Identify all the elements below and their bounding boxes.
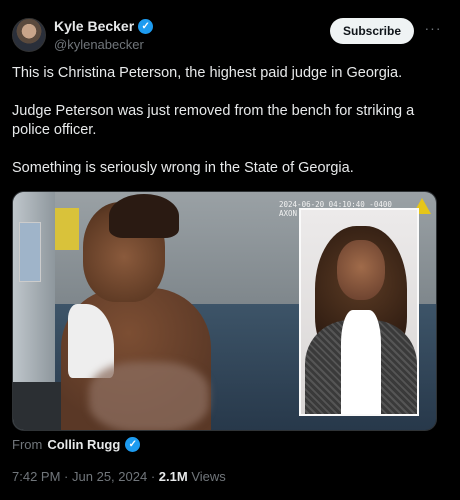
source-name[interactable]: Collin Rugg	[47, 437, 120, 452]
meta-separator: ·	[150, 469, 156, 484]
media-source: From Collin Rugg ✓	[12, 437, 141, 452]
author-handle[interactable]: @kylenabecker	[54, 37, 153, 52]
subscribe-button[interactable]: Subscribe	[330, 18, 414, 44]
verified-badge-icon: ✓	[138, 18, 154, 34]
tweet-header: Kyle Becker ✓ @kylenabecker Subscribe ··…	[12, 14, 448, 58]
tweet-time[interactable]: 7:42 PM	[12, 469, 60, 484]
source-prefix: From	[12, 437, 43, 452]
inset-portrait	[299, 208, 419, 416]
tweet-paragraph: This is Christina Peterson, the highest …	[12, 65, 403, 81]
tweet-media[interactable]: 2024-06-20 04:10:40 -0400 AXON	[12, 191, 437, 431]
views-count[interactable]: 2.1M	[159, 469, 188, 484]
tweet-meta: 7:42 PM · Jun 25, 2024 · 2.1M Views	[12, 469, 226, 484]
poster	[55, 208, 79, 250]
avatar[interactable]	[12, 18, 46, 52]
tweet-date[interactable]: Jun 25, 2024	[72, 469, 147, 484]
author-names: Kyle Becker ✓ @kylenabecker	[54, 18, 154, 52]
portrait-face	[337, 240, 385, 300]
views-label: Views	[191, 469, 226, 484]
poster	[19, 222, 41, 282]
tweet-paragraph: Something is seriously wrong in the Stat…	[12, 160, 354, 176]
tweet-paragraph: Judge Peterson was just removed from the…	[12, 103, 415, 138]
tweet-text: This is Christina Peterson, the highest …	[12, 64, 448, 197]
more-options-icon[interactable]: ···	[424, 20, 442, 40]
author-name-text[interactable]: Kyle Becker	[54, 18, 134, 34]
portrait-blouse	[341, 310, 381, 414]
blurred-hand	[89, 362, 209, 430]
verified-badge-icon: ✓	[125, 437, 141, 452]
meta-separator: ·	[64, 469, 69, 484]
person-hair	[109, 194, 179, 238]
author-display-name[interactable]: Kyle Becker ✓	[54, 18, 154, 34]
